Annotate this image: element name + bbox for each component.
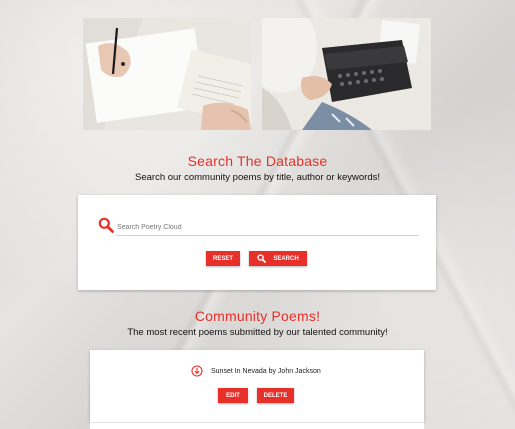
search-card	[78, 195, 436, 290]
download-circle-icon[interactable]	[191, 365, 203, 377]
next-poem-card	[90, 422, 424, 429]
search-icon	[257, 254, 267, 263]
community-section-subtitle: The most recent poems submitted by our t…	[127, 327, 388, 338]
typewriter-photo	[262, 18, 431, 130]
community-section-title: Community Poems!	[194, 308, 321, 324]
delete-button[interactable]: DELETE	[257, 388, 294, 403]
search-button[interactable]: SEARCH	[249, 251, 307, 266]
edit-button-label: EDIT	[226, 392, 240, 399]
search-input[interactable]	[116, 219, 419, 236]
search-section-title: Search The Database	[187, 153, 328, 169]
delete-button-label: DELETE	[263, 392, 288, 399]
search-button-label: SEARCH	[273, 255, 299, 262]
search-section-subtitle: Search our community poems by title, aut…	[135, 172, 380, 183]
poem-card	[90, 350, 424, 422]
writing-hand-photo	[83, 18, 251, 130]
poem-title[interactable]: Sunset In Nevada by John Jackson	[211, 368, 321, 375]
search-icon[interactable]	[98, 217, 114, 233]
edit-button[interactable]: EDIT	[218, 388, 248, 403]
reset-button-label: RESET	[212, 255, 233, 262]
poem-divider	[90, 422, 424, 423]
reset-button[interactable]: RESET	[206, 251, 240, 266]
